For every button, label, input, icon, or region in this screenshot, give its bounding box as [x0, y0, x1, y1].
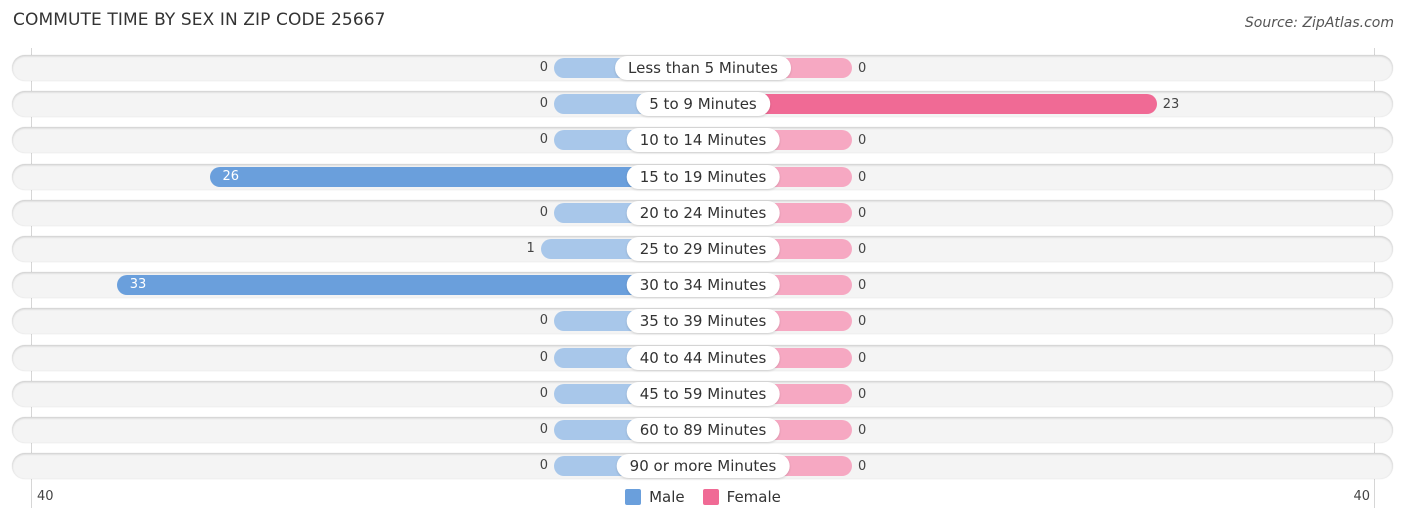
category-label: 20 to 24 Minutes — [626, 201, 780, 225]
value-label-male: 0 — [539, 60, 548, 75]
category-label: 25 to 29 Minutes — [626, 237, 780, 261]
bar-female[interactable] — [703, 94, 1157, 114]
category-label: 60 to 89 Minutes — [626, 418, 780, 442]
value-label-female: 0 — [858, 278, 867, 293]
value-label-female: 0 — [858, 206, 867, 221]
category-label: 30 to 34 Minutes — [626, 273, 780, 297]
value-label-male: 0 — [539, 350, 548, 365]
value-label-male: 0 — [539, 386, 548, 401]
legend-swatch-male — [625, 489, 642, 505]
value-label-female: 0 — [858, 423, 867, 438]
category-label: 5 to 9 Minutes — [636, 92, 770, 116]
value-label-female: 0 — [858, 387, 867, 402]
category-label: 40 to 44 Minutes — [626, 346, 780, 370]
value-label-female: 0 — [858, 314, 867, 329]
value-label-male: 0 — [539, 422, 548, 437]
value-label-male: 26 — [222, 169, 240, 184]
legend: Male Female — [0, 488, 1406, 506]
legend-item-male[interactable]: Male — [625, 488, 685, 506]
value-label-female: 0 — [858, 133, 867, 148]
category-label: 90 or more Minutes — [616, 454, 790, 478]
value-label-male: 33 — [129, 277, 147, 292]
value-label-male: 0 — [539, 313, 548, 328]
value-label-male: 0 — [539, 205, 548, 220]
value-label-female: 0 — [858, 459, 867, 474]
source-label: Source: ZipAtlas.com — [1244, 15, 1394, 31]
legend-label-male: Male — [649, 488, 685, 506]
value-label-female: 0 — [858, 242, 867, 257]
category-label: 45 to 59 Minutes — [626, 382, 780, 406]
legend-item-female[interactable]: Female — [702, 488, 781, 506]
category-label: Less than 5 Minutes — [615, 56, 791, 80]
category-label: 35 to 39 Minutes — [626, 309, 780, 333]
value-label-female: 0 — [858, 351, 867, 366]
value-label-male: 1 — [526, 241, 535, 256]
value-label-male: 0 — [539, 458, 548, 473]
value-label-male: 0 — [539, 132, 548, 147]
legend-swatch-female — [702, 489, 719, 505]
category-label: 10 to 14 Minutes — [626, 128, 780, 152]
value-label-female: 23 — [1162, 97, 1180, 112]
chart-title: COMMUTE TIME BY SEX IN ZIP CODE 25667 — [13, 10, 386, 30]
legend-label-female: Female — [726, 488, 781, 506]
category-label: 15 to 19 Minutes — [626, 165, 780, 189]
bar-male[interactable] — [116, 275, 703, 295]
value-label-female: 0 — [858, 61, 867, 76]
value-label-male: 0 — [539, 96, 548, 111]
value-label-female: 0 — [858, 170, 867, 185]
